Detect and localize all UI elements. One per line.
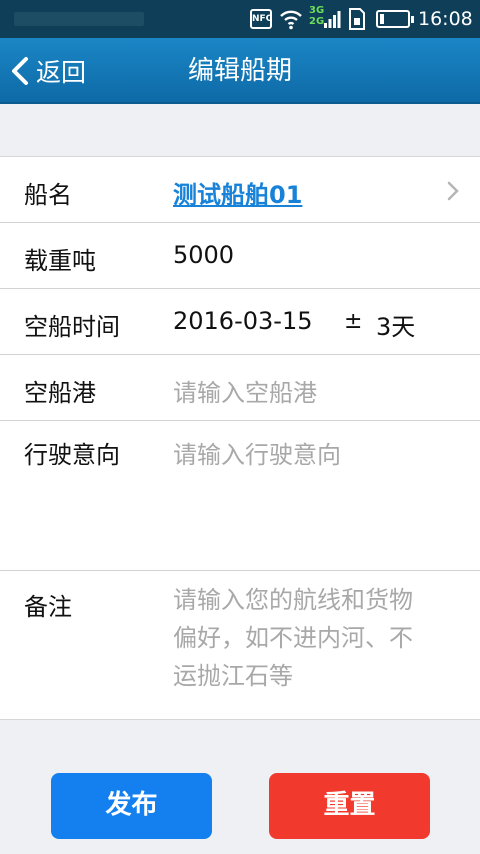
nfc-icon: NFC bbox=[250, 9, 272, 29]
empty-time-row: 空船时间 2016-03-15 ± 3天 bbox=[0, 289, 480, 355]
sim-icon bbox=[349, 8, 365, 30]
battery-icon bbox=[376, 10, 414, 28]
notification-area bbox=[14, 12, 144, 26]
remarks-row: 备注 请输入您的航线和货物 偏好，如不进内河、不 运抛江石等 bbox=[0, 571, 480, 721]
remarks-label: 备注 bbox=[24, 593, 72, 621]
network-type-indicator: 3G 2G bbox=[309, 5, 325, 27]
tonnage-label: 载重吨 bbox=[24, 247, 96, 275]
reset-button[interactable]: 重置 bbox=[269, 773, 430, 839]
remarks-input[interactable]: 请输入您的航线和货物 偏好，如不进内河、不 运抛江石等 bbox=[173, 581, 443, 695]
ship-name-link[interactable]: 测试船舶01 bbox=[173, 175, 302, 210]
signal-icon bbox=[324, 11, 341, 28]
days-range-field[interactable]: 3天 bbox=[376, 307, 415, 342]
tonnage-row: 载重吨 5000 bbox=[0, 223, 480, 289]
remarks-placeholder-line: 偏好，如不进内河、不 bbox=[173, 624, 413, 652]
empty-port-row: 空船港 请输入空船港 bbox=[0, 355, 480, 421]
ship-name-label: 船名 bbox=[24, 181, 72, 209]
chevron-right-icon bbox=[447, 181, 459, 201]
tonnage-field[interactable]: 5000 bbox=[173, 241, 234, 269]
status-bar: NFC 3G 2G 16:08 bbox=[0, 0, 480, 38]
publish-button[interactable]: 发布 bbox=[51, 773, 212, 839]
ship-schedule-form: 船名 测试船舶01 载重吨 5000 空船时间 2016-03-15 ± 3天 … bbox=[0, 156, 480, 720]
remarks-placeholder-line: 运抛江石等 bbox=[173, 662, 293, 690]
empty-port-input[interactable]: 请输入空船港 bbox=[173, 373, 317, 408]
intention-label: 行驶意向 bbox=[24, 441, 120, 469]
intention-row: 行驶意向 请输入行驶意向 bbox=[0, 421, 480, 571]
status-time: 16:08 bbox=[418, 8, 473, 30]
title-bar: 返回 编辑船期 bbox=[0, 38, 480, 104]
battery-level bbox=[380, 14, 384, 24]
empty-date-field[interactable]: 2016-03-15 bbox=[173, 307, 312, 335]
plus-minus-sign: ± bbox=[344, 309, 363, 334]
empty-port-label: 空船港 bbox=[24, 379, 96, 407]
wifi-icon bbox=[280, 10, 302, 30]
ship-name-row[interactable]: 船名 测试船舶01 bbox=[0, 157, 480, 223]
intention-input[interactable]: 请输入行驶意向 bbox=[173, 435, 341, 470]
remarks-placeholder-line: 请输入您的航线和货物 bbox=[173, 586, 413, 614]
empty-time-label: 空船时间 bbox=[24, 313, 120, 341]
page-title: 编辑船期 bbox=[187, 56, 292, 86]
